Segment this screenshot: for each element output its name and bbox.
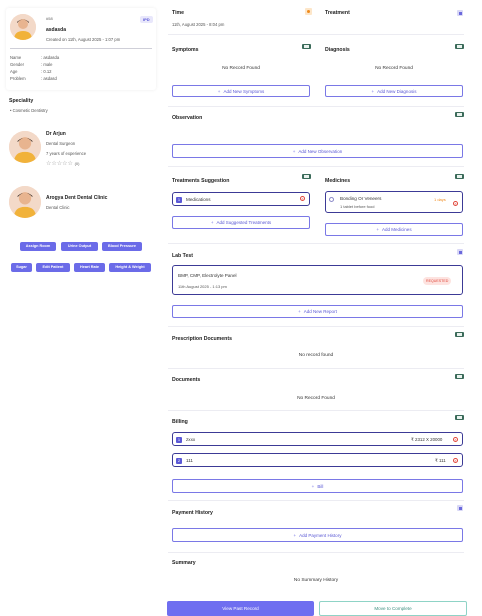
add-symptoms-button[interactable]: + Add New Symptoms <box>172 85 310 97</box>
documents-title: Documents <box>172 377 201 383</box>
height-weight-button[interactable]: Height & Weight <box>109 263 151 272</box>
billing-expand-icon[interactable] <box>455 415 464 420</box>
time-value: 11th, August 2025 - 8:04 pm <box>172 22 225 27</box>
clinic-type: Dental Clinic <box>46 205 70 210</box>
doctor-avatar <box>9 131 41 163</box>
doctor-name: Dr Arjun <box>46 131 66 137</box>
remove-medicine-icon[interactable]: × <box>453 201 458 206</box>
edit-patient-button[interactable]: Edit Patient <box>36 263 70 272</box>
medicines-expand-icon[interactable] <box>455 174 464 179</box>
bill-item-name: zxxx <box>186 437 196 442</box>
bill-item-amount: ₹ 2312 X 20000 <box>411 437 443 442</box>
remove-treatment-icon[interactable]: × <box>300 196 305 201</box>
medicine-days: 1 days <box>434 197 446 202</box>
symptoms-empty: No Record Found <box>222 66 260 71</box>
lab-test-name: BMP, CMP, Electrolyte Panel <box>178 273 237 278</box>
medicine-name: Bonding Or Veneers <box>340 196 382 201</box>
speciality-title: Speciality <box>9 98 34 104</box>
patient-field-values: : asdasda : male : 0.12 : asdasd <box>41 55 60 81</box>
summary-empty: No Summary History <box>293 578 339 583</box>
add-treatments-button[interactable]: + Add Suggested Treatments <box>172 216 310 229</box>
treatments-suggestion-title: Treatments Suggestion <box>172 178 230 184</box>
doctor-experience: 7 years of experience <box>46 151 87 156</box>
clinic-avatar <box>9 186 41 218</box>
lab-test-edit-icon[interactable] <box>457 249 463 255</box>
medicines-title: Medicines <box>325 178 351 184</box>
lab-test-item[interactable]: BMP, CMP, Electrolyte Panel 11th August … <box>172 265 463 295</box>
treatment-item-name: Medications <box>186 197 211 202</box>
star-icons: ☆☆☆☆☆ <box>46 161 73 167</box>
add-report-button[interactable]: + Add New Report <box>172 305 463 318</box>
symptoms-title: Symptoms <box>172 47 199 53</box>
speciality-item: • Cosmetic Dentistry <box>10 108 48 113</box>
payment-history-title: Payment History <box>172 510 213 516</box>
treatment-item[interactable]: 1 Medications × <box>172 192 310 206</box>
assign-room-button[interactable]: Assign Room <box>20 242 56 251</box>
left-panel: #58 IPD asdasda Created on 11th, August … <box>0 0 162 616</box>
blood-pressure-button[interactable]: Blood Pressure <box>102 242 142 251</box>
medicine-item[interactable]: Bonding Or Veneers 1 tablet before food … <box>325 191 463 213</box>
move-to-complete-button[interactable]: Move to Complete <box>319 601 467 616</box>
urine-output-button[interactable]: Urine Output <box>61 242 98 251</box>
time-title: Time <box>172 10 185 16</box>
treatment-edit-icon[interactable] <box>457 10 463 16</box>
patient-name: asdasda <box>46 27 67 33</box>
clinic-name: Arogya Dent Dental Clinic <box>46 195 108 201</box>
billing-title: Billing <box>172 419 188 425</box>
pill-icon <box>327 195 336 204</box>
remove-bill-icon[interactable]: × <box>453 457 458 463</box>
doctor-rating: ☆☆☆☆☆ (0) <box>46 161 80 167</box>
sugar-button[interactable]: Sugar <box>11 263 32 272</box>
patient-card: #58 IPD asdasda Created on 11th, August … <box>6 8 156 90</box>
summary-title: Summary <box>172 560 196 566</box>
view-past-record-button[interactable]: View Past Record <box>167 601 314 616</box>
bill-item-2[interactable]: 2 111 ₹ 111 × <box>172 453 463 467</box>
lab-test-title: Lab Test <box>172 253 193 259</box>
remove-bill-icon[interactable]: × <box>453 436 458 442</box>
lab-status-badge: REQUESTED <box>423 277 452 285</box>
observation-title: Observation <box>172 115 203 121</box>
add-observation-button[interactable]: + Add New Observation <box>172 144 463 158</box>
patient-avatar <box>10 14 36 40</box>
treatment-title: Treatment <box>325 10 350 16</box>
diagnosis-title: Diagnosis <box>325 47 350 53</box>
patient-created: Created on 11th, August 2025 - 1:07 pm <box>46 37 121 42</box>
documents-empty: No Record Found <box>297 396 335 401</box>
patient-field-labels: Name Gender Age Problem <box>10 55 26 81</box>
patient-type-badge: IPD <box>140 16 153 23</box>
observation-expand-icon[interactable] <box>455 112 464 117</box>
bill-item-1[interactable]: 1 zxxx ₹ 2312 X 20000 × <box>172 432 463 446</box>
payment-history-edit-icon[interactable] <box>457 505 463 511</box>
add-medicines-button[interactable]: + Add Medicines <box>325 223 463 236</box>
prescription-empty: No record found <box>298 353 334 358</box>
clock-icon[interactable] <box>305 8 312 15</box>
medicine-note: 1 tablet before food <box>340 204 375 209</box>
heart-rate-button[interactable]: Heart Rate <box>74 263 105 272</box>
add-diagnosis-button[interactable]: + Add New Diagnosis <box>325 85 463 97</box>
diagnosis-expand-icon[interactable] <box>455 44 464 49</box>
prescription-upload-icon[interactable] <box>455 332 464 337</box>
bill-item-amount: ₹ 111 <box>435 458 446 463</box>
lab-test-date: 11th August 2025 - 1:13 pm <box>178 284 227 289</box>
documents-upload-icon[interactable] <box>455 374 464 379</box>
add-payment-history-button[interactable]: + Add Payment History <box>172 528 463 542</box>
prescription-docs-title: Prescription Documents <box>172 336 232 342</box>
add-bill-button[interactable]: + Bill <box>172 479 463 493</box>
bill-item-name: 111 <box>186 458 193 463</box>
patient-id: #58 <box>46 16 53 21</box>
symptoms-expand-icon[interactable] <box>302 44 311 49</box>
doctor-role: Dental Surgeon <box>46 141 76 146</box>
treatments-expand-icon[interactable] <box>302 174 311 179</box>
diagnosis-empty: No Record Found <box>375 66 413 71</box>
